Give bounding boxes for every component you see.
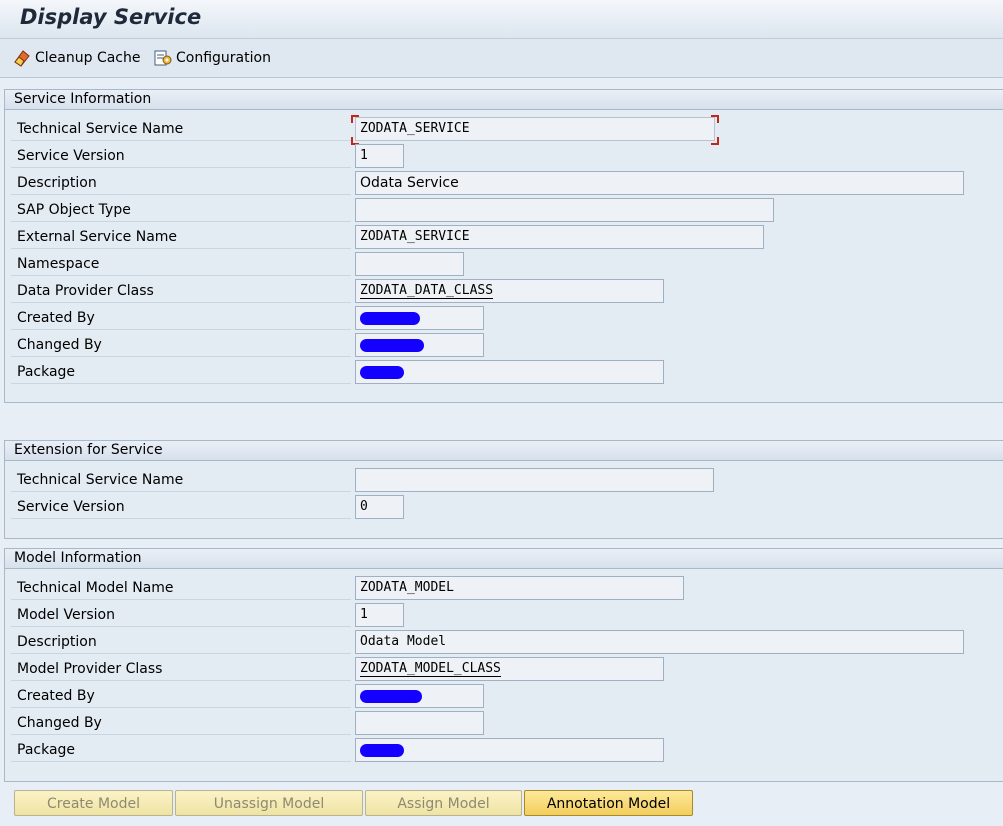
description-label: Description (11, 171, 351, 195)
namespace-field[interactable] (355, 252, 464, 276)
description-row: Description Odata Service (11, 171, 971, 196)
redaction-mark (360, 366, 404, 379)
model-package-row: Package (11, 738, 971, 763)
created-by-row: Created By (11, 306, 971, 331)
created-by-field[interactable] (355, 306, 484, 330)
external-service-name-label: External Service Name (11, 225, 351, 249)
namespace-label: Namespace (11, 252, 351, 276)
package-field[interactable] (355, 360, 664, 384)
create-model-button[interactable]: Create Model (14, 790, 173, 816)
changed-by-label: Changed By (11, 333, 351, 357)
model-created-by-field[interactable] (355, 684, 484, 708)
changed-by-field[interactable] (355, 333, 484, 357)
technical-service-name-field[interactable]: ZODATA_SERVICE (355, 117, 715, 141)
model-version-row: Model Version 1 (11, 603, 971, 628)
model-provider-class-link[interactable]: ZODATA_MODEL_CLASS (360, 661, 501, 677)
model-description-row: Description Odata Model (11, 630, 971, 655)
focus-bracket (711, 115, 719, 123)
cleanup-cache-label: Cleanup Cache (35, 50, 141, 66)
title-bar: Display Service (0, 0, 1003, 39)
ext-service-version-field[interactable]: 0 (355, 495, 404, 519)
namespace-row: Namespace (11, 252, 971, 277)
model-information-group: Model Information Technical Model Name Z… (4, 548, 1003, 782)
sap-object-type-field[interactable] (355, 198, 774, 222)
service-version-row: Service Version 1 (11, 144, 971, 169)
redaction-mark (360, 339, 424, 352)
model-created-by-row: Created By (11, 684, 971, 709)
model-package-label: Package (11, 738, 351, 762)
model-provider-class-label: Model Provider Class (11, 657, 351, 681)
external-service-name-field[interactable]: ZODATA_SERVICE (355, 225, 764, 249)
model-description-field[interactable]: Odata Model (355, 630, 964, 654)
model-version-field[interactable]: 1 (355, 603, 404, 627)
page-title: Display Service (20, 5, 202, 29)
ext-technical-service-name-row: Technical Service Name (11, 468, 971, 493)
external-service-name-row: External Service Name ZODATA_SERVICE (11, 225, 971, 250)
application-toolbar: Cleanup Cache Configuration (0, 39, 1003, 78)
redaction-mark (360, 312, 420, 325)
ext-technical-service-name-label: Technical Service Name (11, 468, 351, 492)
model-package-field[interactable] (355, 738, 664, 762)
technical-model-name-label: Technical Model Name (11, 576, 351, 600)
redaction-mark (360, 690, 422, 703)
configuration-icon (153, 48, 173, 68)
model-description-label: Description (11, 630, 351, 654)
package-row: Package (11, 360, 971, 385)
data-provider-class-label: Data Provider Class (11, 279, 351, 303)
service-information-group: Service Information Technical Service Na… (4, 89, 1003, 403)
model-changed-by-label: Changed By (11, 711, 351, 735)
data-provider-class-field[interactable]: ZODATA_DATA_CLASS (355, 279, 664, 303)
model-information-header: Model Information (5, 549, 1003, 569)
technical-model-name-row: Technical Model Name ZODATA_MODEL (11, 576, 971, 601)
changed-by-row: Changed By (11, 333, 971, 358)
technical-model-name-field[interactable]: ZODATA_MODEL (355, 576, 684, 600)
redaction-mark (360, 744, 404, 757)
data-provider-class-link[interactable]: ZODATA_DATA_CLASS (360, 283, 494, 299)
extension-for-service-header: Extension for Service (5, 441, 1003, 461)
package-label: Package (11, 360, 351, 384)
created-by-label: Created By (11, 306, 351, 330)
ext-service-version-row: Service Version 0 (11, 495, 971, 520)
cleanup-cache-button[interactable]: Cleanup Cache (12, 48, 140, 68)
service-version-label: Service Version (11, 144, 351, 168)
data-provider-class-row: Data Provider Class ZODATA_DATA_CLASS (11, 279, 971, 304)
technical-service-name-label: Technical Service Name (11, 117, 351, 141)
model-version-label: Model Version (11, 603, 351, 627)
sap-object-type-label: SAP Object Type (11, 198, 351, 222)
eraser-icon (12, 48, 32, 68)
configuration-label: Configuration (176, 50, 271, 66)
model-provider-class-field[interactable]: ZODATA_MODEL_CLASS (355, 657, 664, 681)
sap-object-type-row: SAP Object Type (11, 198, 971, 223)
annotation-model-button[interactable]: Annotation Model (524, 790, 693, 816)
focus-bracket (351, 115, 359, 123)
assign-model-button[interactable]: Assign Model (365, 790, 522, 816)
service-information-header: Service Information (5, 90, 1003, 110)
technical-service-name-row: Technical Service Name ZODATA_SERVICE (11, 115, 971, 145)
model-provider-class-row: Model Provider Class ZODATA_MODEL_CLASS (11, 657, 971, 682)
ext-service-version-label: Service Version (11, 495, 351, 519)
description-field[interactable]: Odata Service (355, 171, 964, 195)
configuration-button[interactable]: Configuration (153, 48, 271, 68)
model-created-by-label: Created By (11, 684, 351, 708)
unassign-model-button[interactable]: Unassign Model (175, 790, 363, 816)
model-changed-by-row: Changed By (11, 711, 971, 736)
model-changed-by-field[interactable] (355, 711, 484, 735)
ext-technical-service-name-field[interactable] (355, 468, 714, 492)
extension-for-service-group: Extension for Service Technical Service … (4, 440, 1003, 539)
service-version-field[interactable]: 1 (355, 144, 404, 168)
